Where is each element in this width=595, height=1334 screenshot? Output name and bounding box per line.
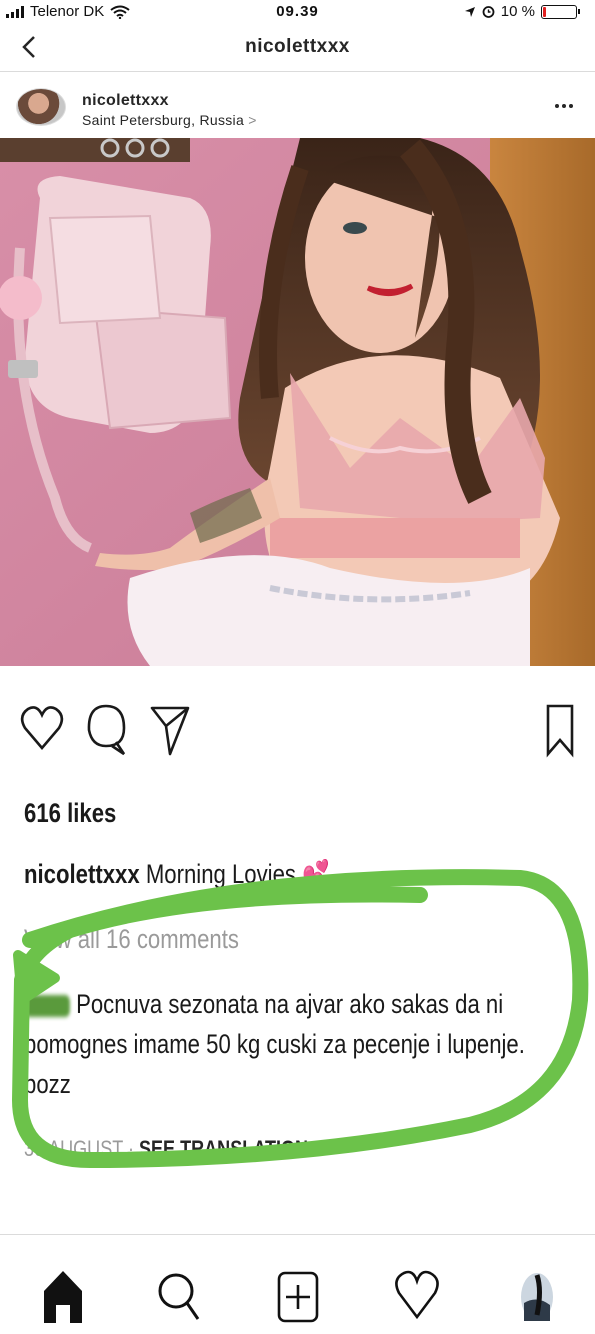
likes-count[interactable]: 616 likes — [24, 798, 116, 829]
activity-heart-icon[interactable] — [392, 1265, 442, 1325]
view-all-comments-link[interactable]: View all 16 comments — [24, 924, 239, 955]
add-post-icon[interactable] — [273, 1265, 323, 1325]
location-text: Saint Petersburg, Russia — [82, 112, 245, 128]
nav-header: nicolettxxx — [0, 24, 595, 72]
comment-author-redacted — [24, 994, 70, 1017]
search-icon[interactable] — [154, 1265, 204, 1325]
battery-level-fill — [543, 6, 547, 17]
post-header: nicolettxxx Saint Petersburg, Russia > — [0, 80, 595, 138]
caption-username[interactable]: nicolettxxx — [24, 859, 140, 889]
profile-avatar[interactable] — [512, 1265, 562, 1325]
avatar[interactable] — [16, 88, 66, 126]
post-username[interactable]: nicolettxxx — [82, 92, 169, 110]
comment-meta-separator: · — [127, 1136, 134, 1161]
comment-date: 30 AUGUST — [24, 1136, 123, 1161]
caption-emoji: 💕 — [302, 859, 330, 889]
post-actions — [0, 690, 595, 770]
status-right-group: 10 % — [464, 3, 580, 20]
page-title: nicolettxxx — [245, 36, 350, 57]
battery-percent: 10 % — [500, 3, 535, 20]
tab-bar — [0, 1234, 595, 1334]
see-translation-link[interactable]: SEE TRANSLATION — [139, 1136, 308, 1161]
post-caption: nicolettxxx Morning Lovies 💕 — [24, 858, 330, 890]
status-bar: Telenor DK 09.39 10 % MOTИKA — [0, 0, 595, 44]
paper-plane-icon[interactable] — [148, 700, 192, 758]
heart-icon[interactable] — [20, 700, 64, 758]
comment-text: Pocnuva sezonata na ajvar ako sakas da n… — [24, 989, 525, 1099]
comment-meta: 30 AUGUST · SEE TRANSLATION — [24, 1136, 308, 1162]
location-chevron: > — [248, 112, 257, 128]
post-photo[interactable] — [0, 138, 595, 666]
alarm-icon — [482, 6, 495, 18]
ellipsis-icon[interactable] — [555, 104, 573, 108]
home-icon[interactable] — [38, 1265, 88, 1325]
battery-icon — [541, 4, 580, 19]
comment: Pocnuva sezonata na ajvar ako sakas da n… — [24, 984, 557, 1104]
bookmark-icon[interactable] — [538, 700, 582, 758]
post-location[interactable]: Saint Petersburg, Russia > — [82, 112, 257, 128]
caption-text: Morning Lovies — [145, 859, 296, 889]
location-arrow-icon — [464, 6, 475, 17]
speech-bubble-icon[interactable] — [84, 700, 128, 758]
